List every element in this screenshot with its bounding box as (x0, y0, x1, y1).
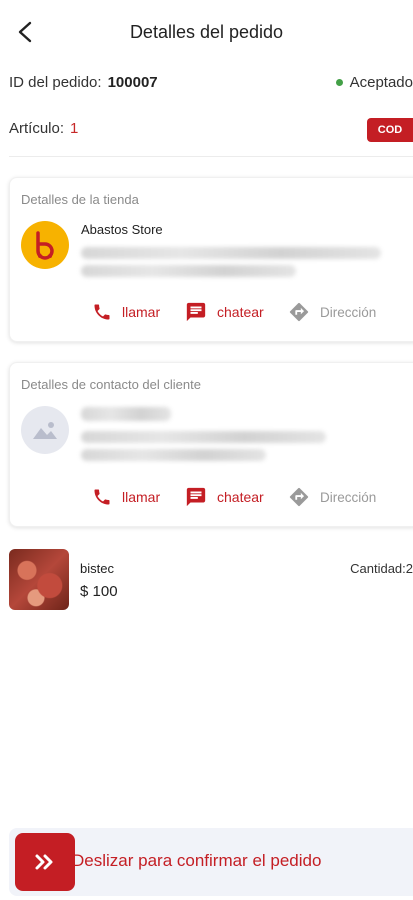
order-status: Aceptado (335, 74, 413, 91)
customer-chat-button[interactable]: chatear (185, 486, 264, 508)
order-id-value: 100007 (107, 74, 158, 91)
direction-icon (289, 487, 309, 507)
chat-label: chatear (217, 304, 264, 320)
customer-call-button[interactable]: llamar (92, 487, 160, 507)
chat-icon (186, 302, 206, 322)
status-dot-icon (335, 79, 343, 86)
slider-knob[interactable] (15, 833, 75, 891)
order-id-label: ID del pedido: (9, 74, 102, 91)
divider (9, 156, 413, 157)
call-label: llamar (122, 304, 161, 320)
image-placeholder-icon (33, 422, 57, 439)
store-address-redacted-line2 (81, 265, 296, 277)
product-price: $ 100 (80, 583, 118, 600)
phone-icon (94, 489, 110, 505)
store-call-button[interactable]: llamar (92, 302, 160, 322)
customer-direction-button[interactable]: Dirección (288, 486, 376, 508)
back-arrow-icon (18, 21, 32, 43)
product-image (9, 549, 69, 610)
store-card-title: Detalles de la tienda (21, 192, 139, 207)
customer-phone-redacted (81, 431, 326, 443)
customer-card-title: Detalles de contacto del cliente (21, 377, 201, 392)
product-quantity: Cantidad:2 (350, 561, 413, 576)
back-button[interactable] (12, 18, 40, 46)
phone-icon (94, 304, 110, 320)
app-header: Detalles del pedido (0, 0, 413, 64)
store-address-redacted (81, 247, 381, 259)
store-actions: llamar chatear Dirección (10, 300, 412, 324)
page-title: Detalles del pedido (129, 21, 284, 42)
customer-avatar (21, 406, 69, 454)
store-direction-button[interactable]: Dirección (288, 301, 376, 323)
customer-address-redacted (81, 449, 266, 461)
customer-actions: llamar chatear Dirección (10, 485, 412, 509)
slide-to-confirm[interactable]: Deslizar para confirmar el pedido (9, 828, 413, 896)
store-chat-button[interactable]: chatear (185, 301, 264, 323)
store-logo-icon (36, 231, 54, 260)
chat-label: chatear (217, 489, 264, 505)
product-item: bistec $ 100 Cantidad:2 (9, 549, 413, 613)
double-chevron-right-icon (35, 854, 53, 870)
store-name: Abastos Store (81, 222, 163, 237)
chat-icon (186, 487, 206, 507)
direction-label: Dirección (320, 489, 377, 505)
payment-badge: COD (367, 118, 413, 142)
call-label: llamar (122, 489, 161, 505)
product-name: bistec (80, 561, 114, 576)
customer-name-redacted (81, 407, 171, 421)
order-id-row: ID del pedido: 100007 Aceptado (9, 74, 413, 96)
customer-contact-card: Detalles de contacto del cliente llamar … (9, 362, 413, 527)
direction-icon (289, 302, 309, 322)
store-details-card: Detalles de la tienda Abastos Store llam… (9, 177, 413, 342)
store-logo (21, 221, 69, 269)
direction-label: Dirección (320, 304, 377, 320)
article-label: Artículo: (9, 120, 65, 137)
article-count-row: Artículo: 1 COD (9, 118, 413, 142)
status-text: Aceptado (349, 74, 413, 91)
slider-label: Deslizar para confirmar el pedido (72, 851, 322, 870)
article-count: 1 (70, 120, 79, 137)
